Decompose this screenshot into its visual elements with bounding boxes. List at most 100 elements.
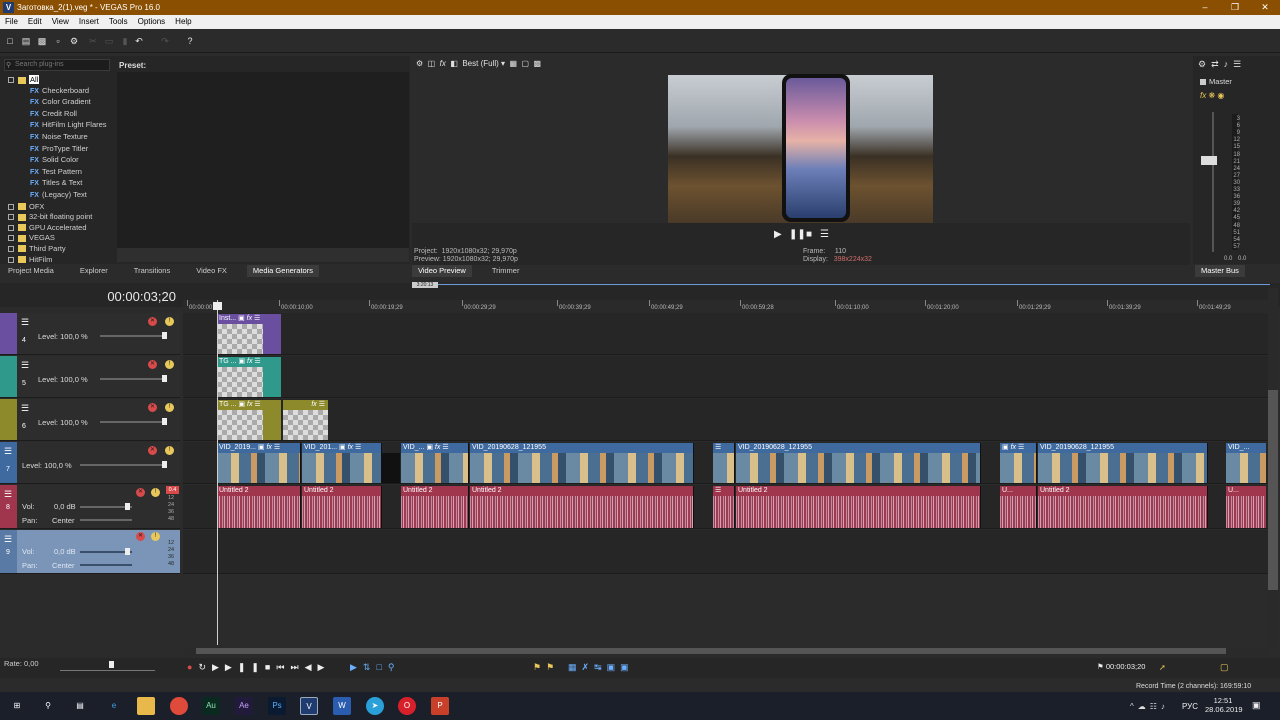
track-lane-4[interactable]: [183, 313, 1270, 355]
lock-envelopes-icon[interactable]: ▣: [607, 662, 621, 672]
video-clip[interactable]: VID_201... ▣ fx ☰: [302, 443, 382, 483]
snapping-icon[interactable]: ▦: [568, 662, 582, 672]
input-language[interactable]: РУС: [1182, 702, 1198, 711]
taskbar-search-icon[interactable]: ⚲: [39, 697, 57, 715]
master-fx-icon[interactable]: fx ❋ ◉: [1200, 91, 1224, 100]
external-monitor-icon[interactable]: ◫: [428, 59, 436, 68]
after-effects-icon[interactable]: Ae: [235, 697, 253, 715]
tree-item-third-party[interactable]: Third Party: [8, 244, 107, 255]
track-header-8[interactable]: ☰ 8 Vol: 0,0 dB Pan: Center ✕ ! 0.4 12 24…: [0, 485, 180, 529]
normal-edit-tool-icon[interactable]: ▶: [350, 662, 363, 672]
level-slider-knob[interactable]: [162, 375, 167, 382]
go-to-end-icon[interactable]: ⏭: [290, 662, 304, 672]
timeline-timecode[interactable]: 00:00:03;20: [4, 288, 176, 306]
tree-item-solid-color[interactable]: FX Solid Color: [8, 155, 107, 167]
audition-icon[interactable]: Au: [202, 697, 220, 715]
level-slider[interactable]: [80, 464, 162, 466]
audio-clip[interactable]: Untitled 2: [736, 486, 981, 528]
audio-clip[interactable]: Untitled 2: [302, 486, 382, 528]
solo-icon[interactable]: !: [165, 446, 174, 455]
solo-icon[interactable]: !: [165, 403, 174, 412]
chevron-down-icon[interactable]: ▾: [501, 59, 505, 68]
mute-icon[interactable]: ✕: [148, 403, 157, 412]
audio-clip[interactable]: ☰: [713, 486, 735, 528]
end-time-field[interactable]: ⚑ 00:00:03;20: [1097, 662, 1145, 671]
paste-icon[interactable]: ▮: [120, 36, 130, 46]
title-clip[interactable]: fx ☰: [283, 400, 328, 440]
level-slider[interactable]: [100, 335, 162, 337]
mute-icon[interactable]: ✕: [136, 532, 145, 541]
tree-item-noise-texture[interactable]: FX Noise Texture: [8, 132, 107, 144]
tab-master-bus[interactable]: Master Bus: [1195, 265, 1245, 277]
save-as-icon[interactable]: ▫: [53, 36, 63, 46]
taskbar-clock[interactable]: 12:51 28.06.2019: [1205, 696, 1243, 714]
menu-options[interactable]: Options: [133, 15, 171, 29]
tab-media-generators[interactable]: Media Generators: [246, 265, 319, 277]
audio-clip[interactable]: U...: [1226, 486, 1266, 528]
horizontal-scroll-thumb[interactable]: [196, 648, 1226, 654]
play-from-start-icon[interactable]: ▶: [212, 662, 225, 672]
level-slider[interactable]: [100, 378, 162, 380]
playhead-cursor[interactable]: [217, 300, 218, 645]
pan-slider[interactable]: [80, 519, 132, 521]
pause-icon[interactable]: ❚❚: [789, 229, 806, 240]
vertical-scroll-thumb[interactable]: [1268, 390, 1278, 590]
notifications-icon[interactable]: ▣: [1252, 700, 1261, 711]
tab-video-preview[interactable]: Video Preview: [412, 265, 472, 277]
tree-item-checkerboard[interactable]: FX Checkerboard: [8, 86, 107, 98]
menu-tools[interactable]: Tools: [104, 15, 133, 29]
video-clip[interactable]: VID_20190628_121955: [736, 443, 981, 483]
split-screen-icon[interactable]: ◧: [450, 59, 458, 68]
restore-button[interactable]: ❐: [1220, 0, 1250, 15]
video-clip[interactable]: VID_20190628_121955: [1038, 443, 1208, 483]
vegas-taskbar-icon[interactable]: V: [300, 697, 318, 715]
tree-item-protype-titler[interactable]: FX ProType Titler: [8, 144, 107, 156]
mute-icon[interactable]: ✕: [148, 317, 157, 326]
preset-thumbnails-area[interactable]: [117, 72, 409, 248]
pause-icon[interactable]: ❚❚: [238, 662, 265, 672]
close-button[interactable]: ✕: [1250, 0, 1280, 15]
opera-icon[interactable]: O: [398, 697, 416, 715]
cut-icon[interactable]: ✂: [88, 36, 98, 46]
solo-icon[interactable]: !: [165, 317, 174, 326]
track-header-6[interactable]: ☰ 6 Level: 100,0 % ✕ !: [0, 399, 180, 441]
volume-slider-knob[interactable]: [125, 548, 130, 555]
mixer-settings-icon[interactable]: ⚙: [1198, 59, 1211, 69]
level-slider-knob[interactable]: [162, 332, 167, 339]
ripple-icon[interactable]: ↹: [594, 662, 607, 672]
track-menu-icon[interactable]: ☰: [21, 403, 29, 414]
level-slider[interactable]: [100, 421, 162, 423]
tab-project-media[interactable]: Project Media: [2, 265, 60, 277]
menu-help[interactable]: Help: [170, 15, 196, 29]
selection-tool-icon[interactable]: □: [376, 662, 387, 672]
mute-icon[interactable]: ✕: [148, 446, 157, 455]
settings-icon[interactable]: ⚙: [69, 36, 79, 46]
track-menu-icon[interactable]: ☰: [21, 360, 29, 371]
preview-settings-icon[interactable]: ⚙: [416, 59, 423, 68]
auto-crossfade-icon[interactable]: ✗: [582, 662, 595, 672]
rate-slider[interactable]: [60, 670, 155, 671]
audio-clip[interactable]: Untitled 2: [1038, 486, 1208, 528]
track-lane-6[interactable]: [183, 399, 1270, 441]
system-tray-icons[interactable]: ^☁☷♪: [1130, 702, 1169, 711]
tab-transitions[interactable]: Transitions: [128, 265, 176, 277]
whats-this-help-icon[interactable]: ?: [185, 36, 195, 46]
edge-icon[interactable]: e: [105, 697, 123, 715]
copy-icon[interactable]: ▭: [104, 36, 114, 46]
save-icon[interactable]: ▩: [37, 36, 47, 46]
tree-item-gpu[interactable]: GPU Accelerated: [8, 223, 107, 234]
photoshop-icon[interactable]: Ps: [268, 697, 286, 715]
rate-slider-knob[interactable]: [109, 661, 114, 668]
track-lane-5[interactable]: [183, 356, 1270, 398]
save-snapshot-icon[interactable]: ▩: [534, 59, 542, 68]
prev-frame-icon[interactable]: ◀: [305, 662, 318, 672]
search-plugins-input[interactable]: Search plug-ins: [4, 59, 110, 71]
tree-item-hitfilm[interactable]: HitFilm: [8, 255, 107, 266]
audio-clip[interactable]: U...: [1000, 486, 1037, 528]
tree-item-color-gradient[interactable]: FX Color Gradient: [8, 97, 107, 109]
preview-quality-dropdown[interactable]: Best (Full): [462, 59, 498, 68]
audio-clip[interactable]: Untitled 2: [217, 486, 301, 528]
overlays-icon[interactable]: ▦: [510, 59, 518, 68]
region-icon[interactable]: ⚑: [546, 662, 559, 672]
track-menu-icon[interactable]: ☰: [4, 446, 12, 457]
